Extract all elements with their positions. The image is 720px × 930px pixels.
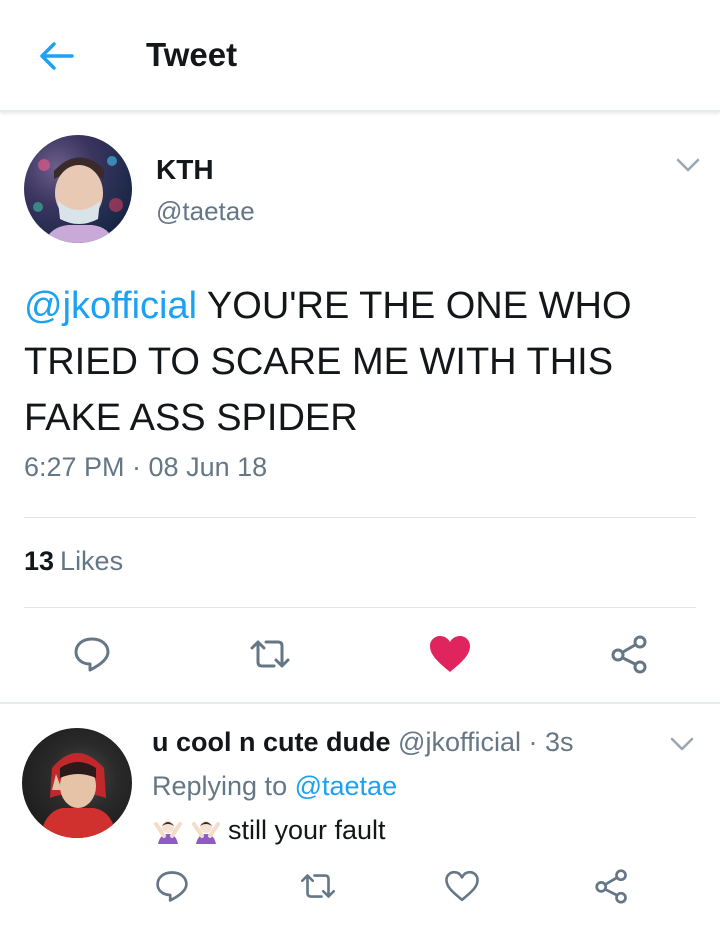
replying-to: Replying to @taetae: [152, 771, 397, 802]
reply-header: u cool n cute dude @jkofficial · 3s: [152, 727, 574, 758]
share-icon: [611, 635, 647, 674]
replying-to-link[interactable]: @taetae: [295, 771, 397, 801]
share-button[interactable]: [592, 866, 632, 906]
divider: [24, 607, 696, 608]
reply-body: still your fault: [152, 814, 386, 846]
retweet-button[interactable]: [296, 866, 340, 906]
reply-author-handle[interactable]: @jkofficial: [398, 727, 521, 757]
header-bar: Tweet: [0, 0, 720, 112]
replying-to-label: Replying to: [152, 771, 288, 801]
reply-icon: [156, 871, 188, 902]
reply-avatar[interactable]: [22, 728, 132, 838]
heart-outline-icon: [445, 870, 479, 902]
retweet-button[interactable]: [244, 632, 296, 676]
chevron-down-icon[interactable]: [668, 735, 696, 753]
person-gesturing-no-emoji: [154, 821, 182, 844]
chevron-down-icon[interactable]: [674, 156, 702, 174]
retweet-icon: [250, 640, 290, 668]
reply-button[interactable]: [152, 866, 192, 906]
tweet-text: @jkofficial YOU'RE THE ONE WHO TRIED TO …: [24, 278, 704, 446]
section-divider: [0, 702, 720, 704]
divider: [24, 517, 696, 518]
like-button[interactable]: [426, 632, 474, 676]
heart-icon: [430, 636, 470, 672]
author-handle[interactable]: @taetae: [156, 196, 255, 227]
back-button[interactable]: [34, 36, 78, 76]
share-button[interactable]: [608, 632, 652, 676]
arrow-left-icon: [40, 42, 74, 70]
reply-avatar-photo: [40, 753, 116, 838]
like-button[interactable]: [442, 866, 482, 906]
reply-time: · 3s: [528, 727, 574, 757]
retweet-icon: [300, 874, 336, 898]
avatar[interactable]: [24, 135, 132, 243]
reply-button[interactable]: [70, 632, 114, 676]
author-name[interactable]: KTH: [156, 154, 214, 186]
mention-link[interactable]: @jkofficial: [24, 285, 197, 327]
avatar-photo: [33, 156, 123, 243]
tweet-timestamp: 6:27 PM · 08 Jun 18: [24, 452, 268, 482]
reply-author-name[interactable]: u cool n cute dude: [152, 727, 391, 757]
reply-text: still your fault: [228, 814, 386, 845]
page-title: Tweet: [146, 36, 238, 73]
likes-count: 13: [24, 546, 55, 576]
likes-label: Likes: [60, 546, 124, 576]
reply-icon: [74, 637, 110, 672]
share-icon: [595, 869, 627, 904]
person-gesturing-no-emoji: [192, 821, 220, 844]
likes-stat[interactable]: 13 Likes: [24, 546, 123, 577]
